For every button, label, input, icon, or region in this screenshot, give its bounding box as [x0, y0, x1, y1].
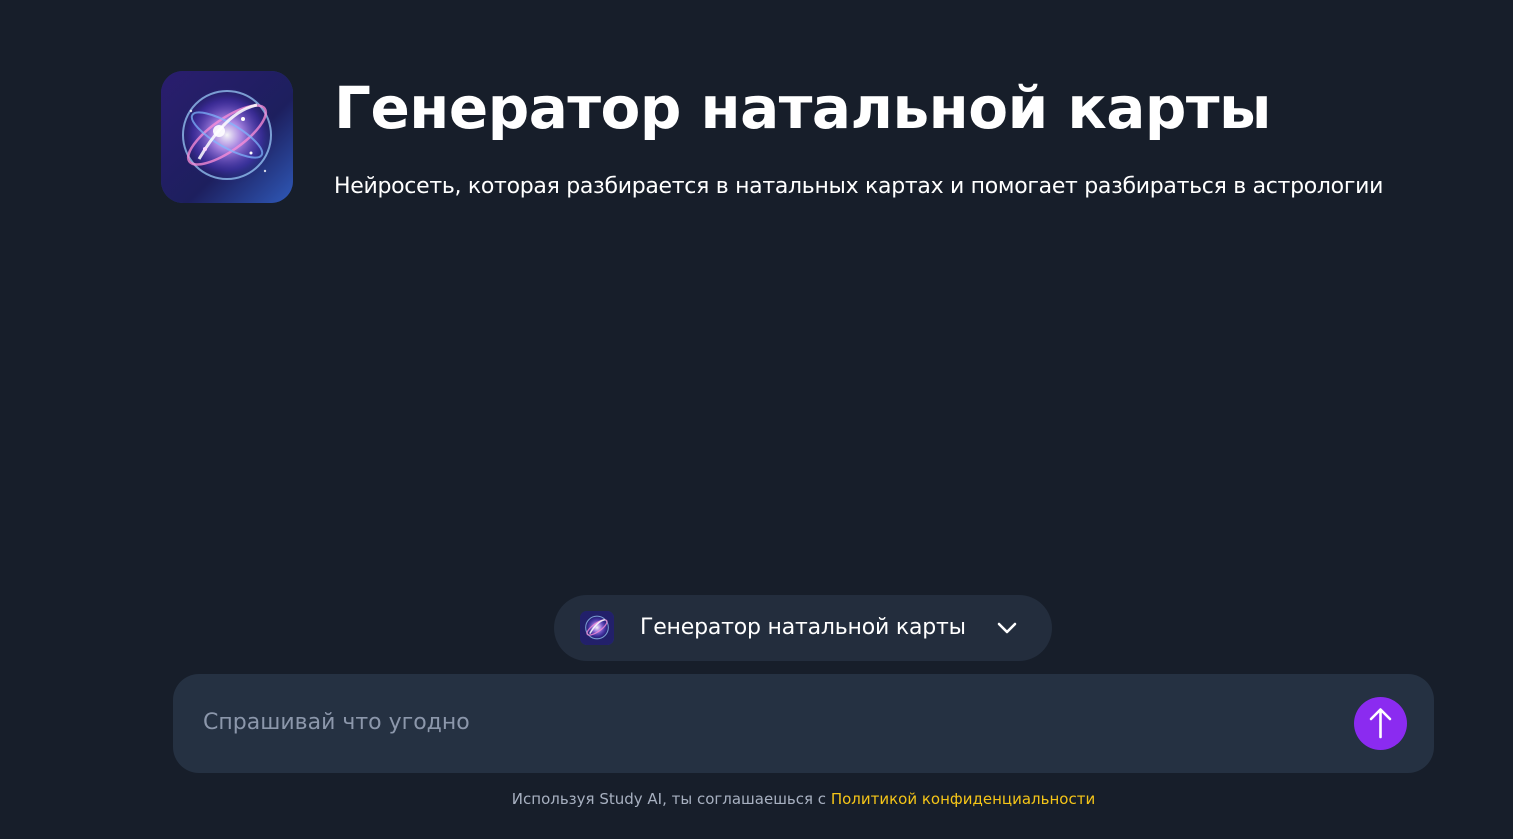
send-button[interactable] [1354, 697, 1407, 750]
app-page: Генератор натальной карты Нейросеть, кот… [0, 0, 1513, 839]
cosmic-sphere-icon [161, 71, 293, 203]
page-subtitle: Нейросеть, которая разбирается в натальн… [334, 174, 1384, 199]
chevron-down-icon [997, 622, 1017, 634]
cosmic-sphere-icon [580, 611, 614, 645]
page-title: Генератор натальной карты [334, 74, 1272, 142]
agent-selector-label: Генератор натальной карты [640, 615, 966, 640]
chat-input[interactable] [203, 702, 1323, 742]
arrow-up-icon [1369, 708, 1392, 739]
chat-input-container [173, 674, 1434, 773]
privacy-policy-link[interactable]: Политикой конфиденциальности [831, 790, 1095, 808]
agent-selector-dropdown[interactable]: Генератор натальной карты [554, 595, 1052, 661]
privacy-notice: Используя Study AI, ты соглашаешься с По… [0, 788, 1513, 810]
privacy-notice-text: Используя Study AI, ты соглашаешься с [511, 790, 827, 808]
